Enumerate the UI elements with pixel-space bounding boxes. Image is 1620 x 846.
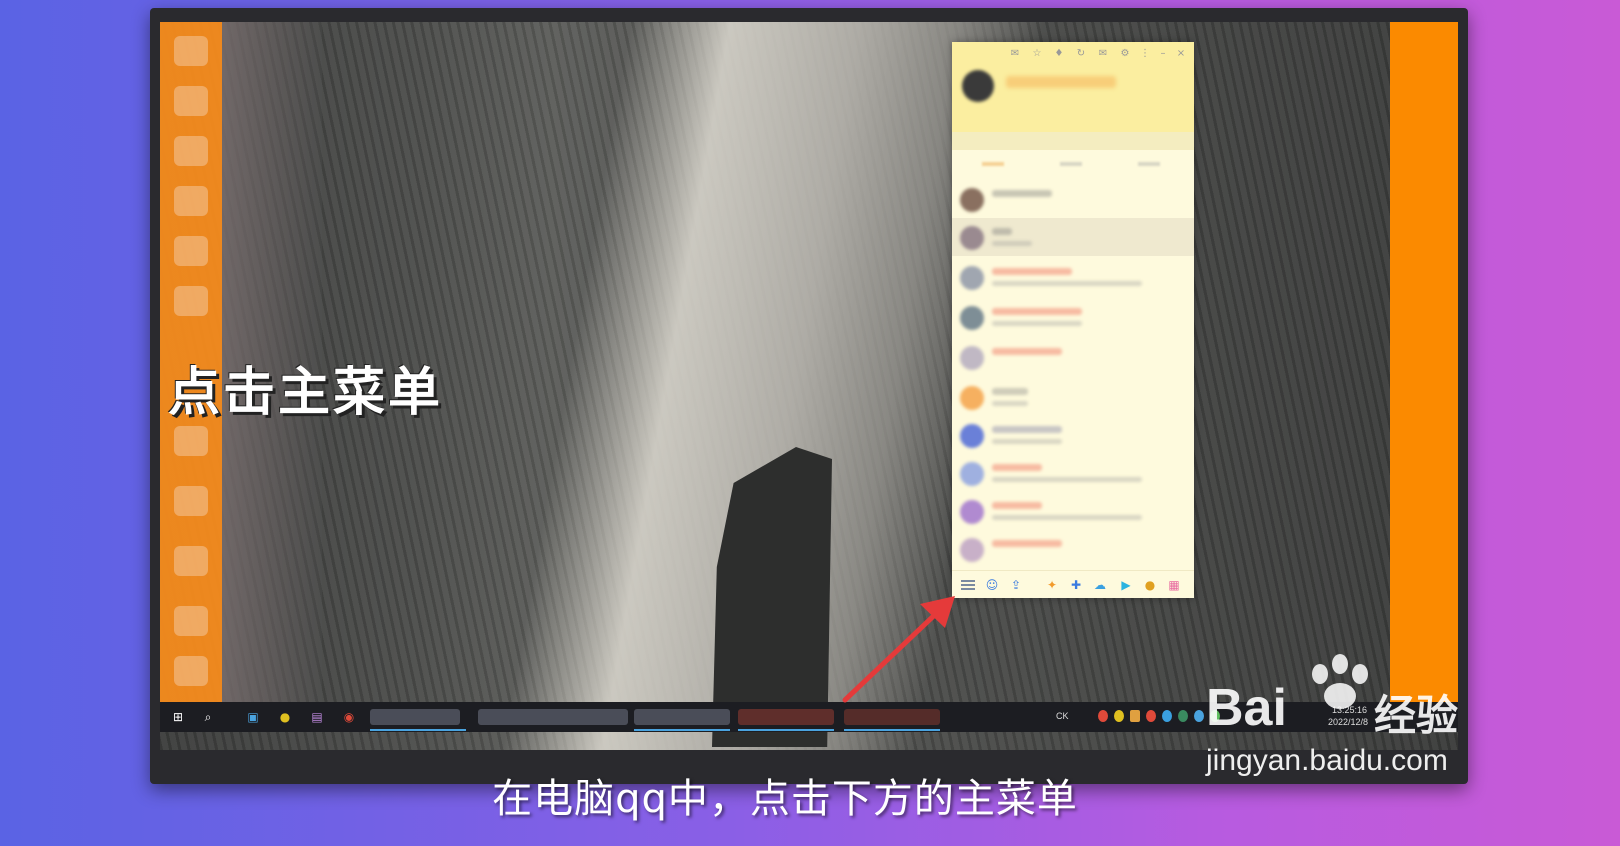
watermark-brand: Bai (1206, 679, 1287, 737)
watermark-brand-suffix: 经验 (1374, 691, 1459, 740)
paw-icon (1312, 654, 1368, 709)
tutorial-caption: 在电脑qq中，点击下方的主菜单 (492, 776, 1078, 822)
